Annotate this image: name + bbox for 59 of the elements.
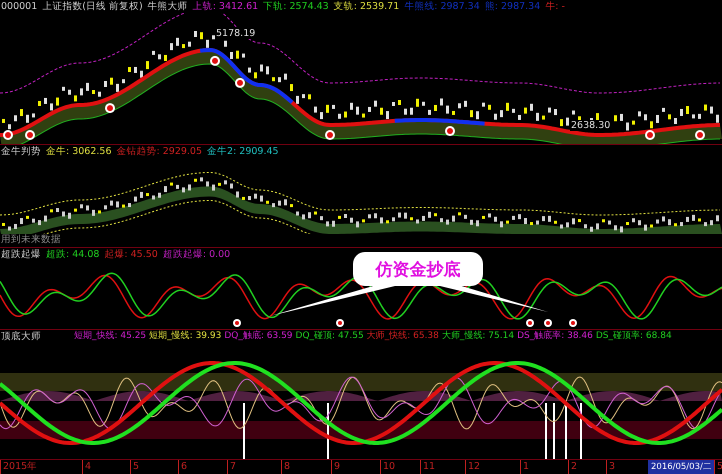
signal-marker-icon	[695, 130, 705, 140]
callout-bubble: 仿资金抄底	[353, 252, 483, 286]
axis-label: 10	[380, 460, 398, 474]
signal-marker-icon	[233, 319, 241, 327]
signal-marker-icon	[336, 319, 344, 327]
axis-label: 5	[714, 460, 722, 474]
indicator-name: 金牛判势	[1, 145, 41, 158]
axis-label: 7	[227, 460, 238, 474]
signal-marker-icon	[445, 126, 455, 136]
indicator-value: 起爆: 45.50	[104, 248, 158, 261]
indicator-name: 超跌起爆	[1, 248, 41, 261]
indicator-value: 大师_慢线: 75.14	[442, 330, 514, 343]
indicator-value: 上轨: 3412.61	[192, 0, 258, 13]
price-annotation: 5178.19	[215, 28, 256, 39]
signal-marker-icon	[325, 130, 335, 140]
axis-label: 1	[520, 460, 532, 474]
indicator-value: 金牛: 3062.56	[46, 145, 112, 158]
indicator-value: DQ_触底: 63.59	[224, 330, 293, 343]
indicator-value: DS_触底率: 38.46	[517, 330, 593, 343]
signal-marker-icon	[544, 319, 552, 327]
indicator-value: 牛: -	[545, 0, 565, 13]
axis-label: 4	[82, 460, 94, 474]
signal-marker-icon	[3, 130, 13, 140]
indicator-value: DS_碰顶率: 68.84	[596, 330, 672, 343]
axis-label: 2	[568, 460, 580, 474]
axis-label: 3	[606, 460, 618, 474]
indicator-value: 下轨: 2574.43	[263, 0, 329, 13]
signal-marker-icon	[645, 130, 655, 140]
indicator-value: 短期_快线: 45.25	[74, 330, 146, 343]
indicator-value: 超跌起爆: 0.00	[162, 248, 230, 261]
indicator-value: 超跌: 44.08	[46, 248, 100, 261]
axis-label: 5	[130, 460, 142, 474]
indicator-value: 金牛2: 2909.45	[207, 145, 279, 158]
axis-label: 2016/05/03/二	[648, 460, 714, 474]
signal-marker-icon	[25, 130, 35, 140]
stock-code: 000001	[1, 0, 38, 13]
indicator-name: 牛熊大师	[148, 0, 188, 13]
indicator-value: DQ_碰顶: 47.55	[296, 330, 364, 343]
indicator-name: 顶底大师	[1, 330, 41, 343]
axis-label: 8	[281, 460, 292, 474]
axis-label: 12	[465, 460, 482, 474]
signal-marker-icon	[526, 319, 534, 327]
axis-label: 11	[420, 460, 438, 474]
warning-note: 用到未来数据	[1, 233, 61, 246]
axis-label: 6	[178, 460, 190, 474]
signal-marker-icon	[210, 56, 220, 66]
axis-label: 9	[331, 460, 342, 474]
indicator-value: 支轨: 2539.71	[334, 0, 400, 13]
stock-title: 上证指数(日线 前复权)	[42, 0, 143, 13]
indicator-value: 大师_快线: 65.38	[366, 330, 439, 343]
signal-marker-icon	[235, 78, 245, 88]
price-annotation: 2638.30	[570, 120, 612, 131]
axis-label: 2015年	[0, 460, 40, 474]
signal-marker-icon	[105, 103, 115, 114]
signal-marker-icon	[569, 319, 577, 327]
indicator-value: 牛熊线: 2987.34	[404, 0, 480, 13]
indicator-value: 金钻趋势: 2929.05	[116, 145, 202, 158]
indicator-value: 短期_慢线: 39.93	[149, 330, 222, 343]
indicator-value: 熊: 2987.34	[484, 0, 540, 13]
